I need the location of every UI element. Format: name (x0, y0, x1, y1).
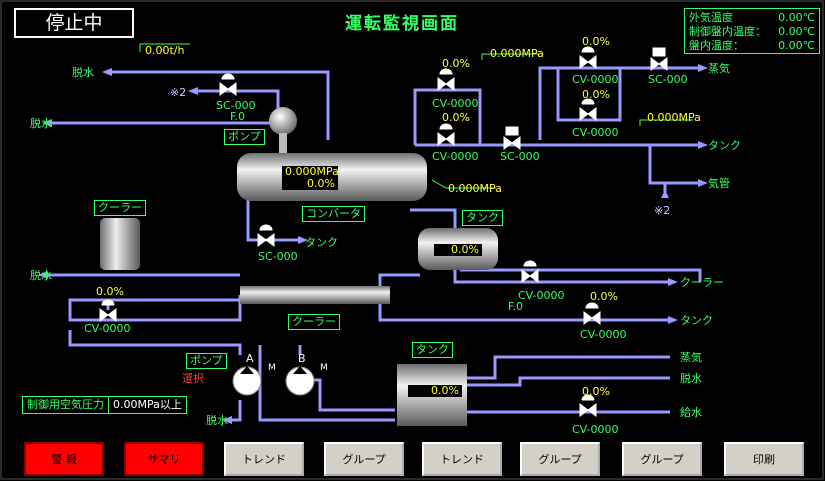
print-button[interactable]: 印刷 (724, 442, 804, 476)
air-pressure-value: 0.00MPa以上 (113, 398, 182, 411)
valve-cv5-label: CV-0000 (518, 289, 565, 302)
cooler-label-right: クーラー (680, 276, 724, 289)
valve-cv4-label: CV-0000 (572, 126, 619, 139)
pump-a-motor: M (268, 363, 276, 373)
cooler-bar (240, 286, 390, 304)
temp-label-panel-inner: 制御盤内温度： (689, 25, 766, 38)
air-pressure-label: 制御用空気圧力 (23, 397, 109, 413)
valve-sc3-label: SC-000 (648, 73, 688, 86)
steam-label-top: 蒸気 (708, 62, 730, 75)
tank-label-lower: タンク (680, 314, 713, 327)
trend-button-1[interactable]: トレンド (224, 442, 304, 476)
valve-cv3-percent: 0.0% (582, 35, 610, 48)
dewater-label-4: 脱水 (206, 414, 228, 427)
temp-value-board: 0.00℃ (778, 39, 815, 52)
dewater-label-2: 脱水 (30, 117, 52, 130)
temp-label-board: 盤内温度： (689, 39, 744, 52)
valve-cv8-percent: 0.0% (582, 385, 610, 398)
valve-cv6-percent: 0.0% (590, 290, 618, 303)
valve-cv6-label: CV-0000 (580, 328, 627, 341)
valve-sc2-label: SC-000 (500, 150, 540, 163)
valve-cv2-label: CV-0000 (432, 150, 479, 163)
valve-cv1-label: CV-0000 (432, 97, 479, 110)
pump-b-motor: M (320, 363, 328, 373)
steam-label-bottom: 蒸気 (680, 351, 702, 364)
flow-rate-display: 0.00t/h (145, 44, 185, 57)
group-button-1[interactable]: グループ (324, 442, 404, 476)
air-pressure-box: 制御用空気圧力 0.00MPa以上 (22, 396, 187, 414)
tank2-label: タンク (412, 342, 453, 358)
summary-button[interactable]: サマリ (124, 442, 204, 476)
steam-pressure-display: 0.000MPa (490, 47, 544, 60)
trend-button-2[interactable]: トレンド (422, 442, 502, 476)
tank2-level-display: 0.0% (408, 385, 462, 397)
tank1-label: タンク (462, 210, 503, 226)
f0-label-mid: F.0 (508, 300, 524, 313)
temperature-panel: 外気温度 0.00℃ 制御盤内温度： 0.00℃ 盤内温度： 0.00℃ (684, 8, 820, 54)
temp-label-outside: 外気温度 (689, 11, 733, 24)
cooler-label-center: クーラー (288, 314, 340, 330)
pipes (45, 66, 702, 422)
alarm-button[interactable]: 警 報 (24, 442, 104, 476)
air-pipe-label: 気管 (708, 177, 730, 190)
tank1-level-display: 0.0% (434, 244, 482, 256)
dewater-label-5: 脱水 (680, 372, 702, 385)
valve-cv4-percent: 0.0% (582, 88, 610, 101)
temp-value-panel-inner: 0.00℃ (778, 25, 815, 38)
valve-cv7-label: CV-0000 (84, 322, 131, 335)
status-indicator: 停止中 (14, 8, 134, 38)
pump-a-label: A (246, 352, 254, 365)
tank-label-mid: タンク (305, 236, 338, 249)
converter-level-display: 0.0% (282, 178, 338, 190)
f0-label-top: F.0 (230, 110, 246, 123)
group-button-3[interactable]: グループ (622, 442, 702, 476)
converter-outlet-pressure: 0.000MPa (448, 182, 502, 195)
converter-label: コンバータ (302, 206, 365, 222)
valve-cv8-label: CV-0000 (572, 423, 619, 436)
valve-cv2-percent: 0.0% (442, 111, 470, 124)
pump-label-bottom: ポンプ (186, 353, 227, 369)
note-marker-right: ※2 (654, 204, 671, 217)
pump-b-label: B (298, 352, 306, 365)
valve-cv3-label: CV-0000 (572, 73, 619, 86)
monitor-screen: 停止中 運転監視画面 外気温度 0.00℃ 制御盤内温度： 0.00℃ 盤内温度… (0, 0, 825, 481)
pump-select-label: 選択 (182, 372, 204, 385)
cooler-drum (100, 218, 140, 270)
dewater-label-1: 脱水 (72, 66, 94, 79)
tank-line-pressure: 0.000MPa (647, 111, 701, 124)
valve-cv7-percent: 0.0% (96, 285, 124, 298)
tank-label-right: タンク (708, 139, 741, 152)
feedwater-label: 給水 (680, 406, 702, 419)
valve-sc4-label: SC-000 (258, 250, 298, 263)
drum-pump-sphere (269, 107, 297, 135)
dewater-label-3: 脱水 (30, 269, 52, 282)
pump-label-top: ポンプ (224, 129, 265, 145)
note-marker-left: ※2 (170, 86, 187, 99)
page-title: 運転監視画面 (345, 14, 459, 34)
cooler-label-left: クーラー (94, 200, 146, 216)
group-button-2[interactable]: グループ (520, 442, 600, 476)
temp-value-outside: 0.00℃ (778, 11, 815, 24)
valve-cv1-percent: 0.0% (442, 57, 470, 70)
